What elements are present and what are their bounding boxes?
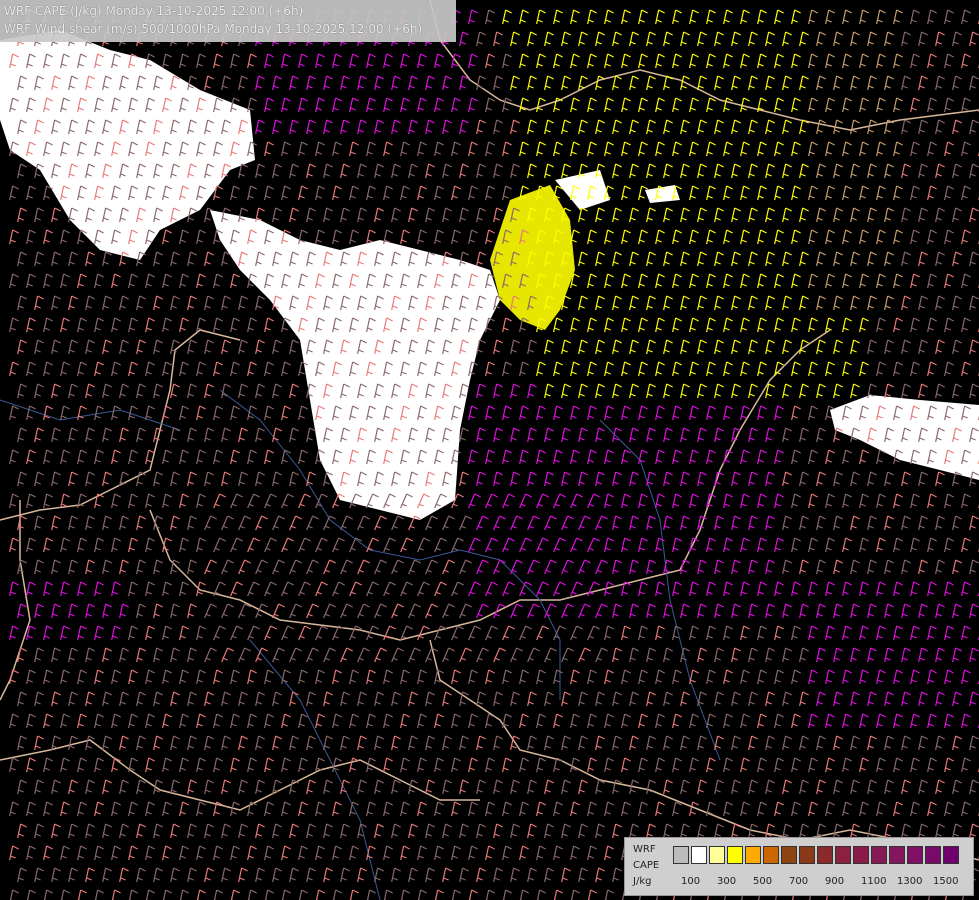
cape-legend: WRF CAPE J/kg 100 300 500 700 900 1100 1300 150…: [624, 837, 974, 896]
legend-unit-label: J/kg: [633, 876, 652, 887]
legend-tick-label: 100: [681, 876, 701, 887]
legend-swatch: [673, 846, 689, 864]
legend-swatch: [943, 846, 959, 864]
legend-tick-label: 300: [717, 876, 737, 887]
legend-variable-label: CAPE: [633, 860, 660, 871]
legend-tick-label: 700: [789, 876, 809, 887]
title-box: WRF CAPE (J/kg) Monday 13-10-2025 12:00 …: [0, 0, 456, 42]
legend-swatch: [889, 846, 905, 864]
legend-tick-label: 1300: [897, 876, 923, 887]
legend-swatch: [799, 846, 815, 864]
legend-swatch: [709, 846, 725, 864]
legend-swatch: [781, 846, 797, 864]
legend-tick-label: 900: [825, 876, 845, 887]
legend-swatch: [691, 846, 707, 864]
legend-swatch: [925, 846, 941, 864]
legend-swatch: [745, 846, 761, 864]
legend-swatch: [817, 846, 833, 864]
legend-swatch: [727, 846, 743, 864]
legend-swatch: [835, 846, 851, 864]
title-line-wind-shear: WRF Wind shear (m/s) 500/1000hPa Monday …: [4, 22, 423, 36]
legend-tick-label: 1100: [861, 876, 887, 887]
legend-model-label: WRF: [633, 844, 656, 855]
legend-tick-label: 1500: [933, 876, 959, 887]
legend-swatch: [853, 846, 869, 864]
legend-swatch: [907, 846, 923, 864]
weather-map: [0, 0, 979, 900]
legend-swatch: [763, 846, 779, 864]
legend-tick-label: 500: [753, 876, 773, 887]
legend-swatch: [871, 846, 887, 864]
title-line-cape: WRF CAPE (J/kg) Monday 13-10-2025 12:00 …: [4, 4, 304, 18]
